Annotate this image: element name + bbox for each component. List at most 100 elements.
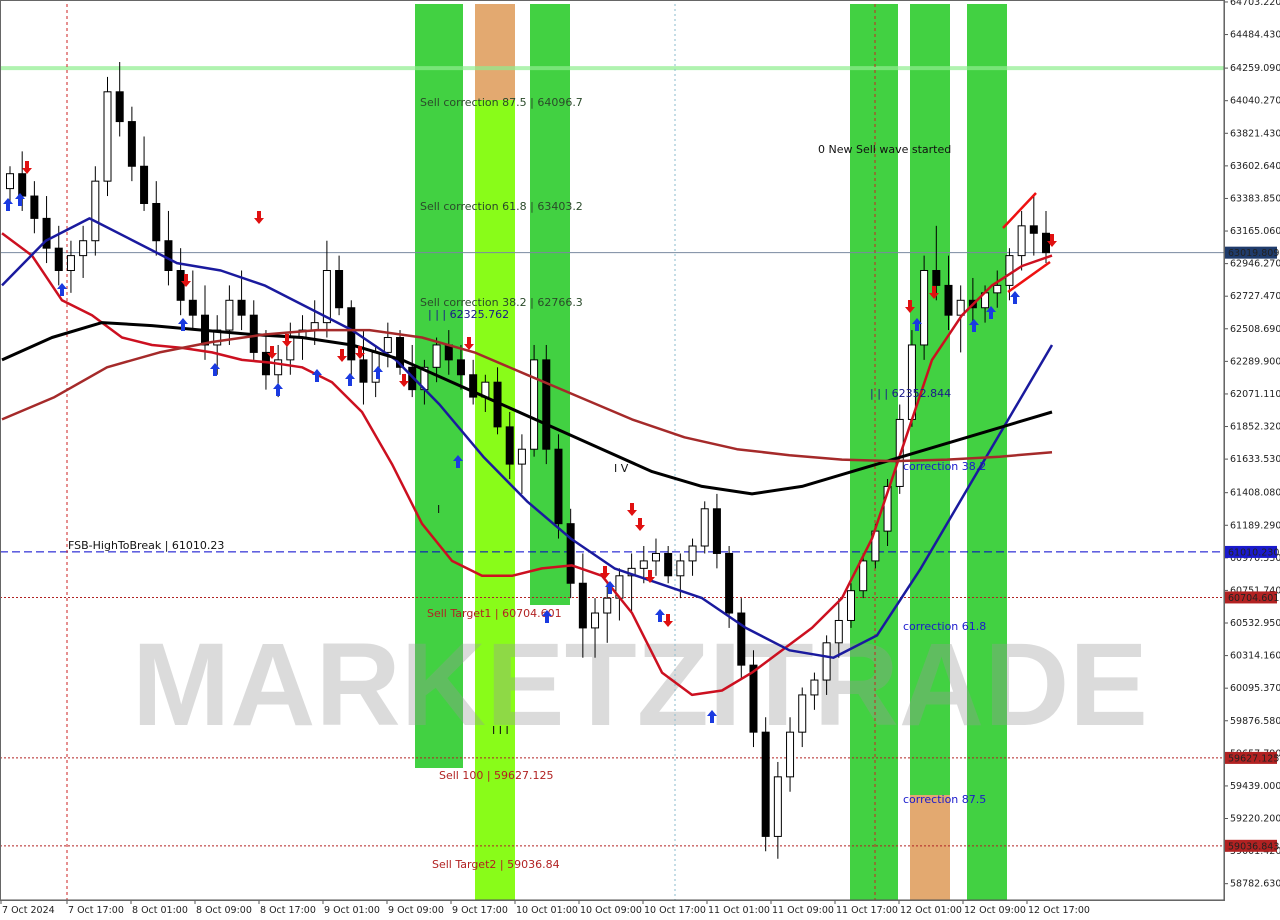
price-tick-label: 61633.530 — [1230, 454, 1280, 465]
candle-body — [237, 299, 246, 316]
candle-body — [725, 552, 734, 614]
candle-body — [712, 508, 721, 554]
candle-body — [127, 121, 136, 167]
candle-body — [664, 552, 673, 577]
candle-body — [1017, 225, 1026, 257]
candle-body — [505, 426, 514, 465]
candle-body — [676, 560, 685, 577]
candle-body — [517, 448, 526, 465]
price-tick-label: 62289.900 — [1230, 356, 1280, 367]
chart-background — [0, 0, 1280, 920]
candle-body — [554, 448, 563, 525]
price-tag-label: 63019.809 — [1228, 248, 1279, 259]
signal-zone — [475, 100, 515, 915]
price-tick-label: 61852.320 — [1230, 422, 1280, 433]
candle-body — [103, 91, 112, 182]
price-tag-label: 61010.230 — [1228, 547, 1279, 558]
chart-annotation: correction 61.8 — [903, 620, 986, 633]
candle-body — [651, 552, 660, 562]
candle-body — [383, 337, 392, 353]
time-tick-label: 12 Oct 17:00 — [1028, 905, 1090, 916]
price-tick-label: 62727.470 — [1230, 291, 1280, 302]
candle — [542, 344, 551, 465]
time-tick-label: 7 Oct 17:00 — [68, 905, 124, 916]
candle-body — [566, 523, 575, 584]
time-tick-label: 9 Oct 17:00 — [452, 905, 508, 916]
price-tick-label: 60095.370 — [1230, 683, 1280, 694]
price-tick-label: 59220.200 — [1230, 814, 1280, 825]
price-tick-label: 62071.110 — [1230, 389, 1280, 400]
price-tick-label: 58782.630 — [1230, 879, 1280, 890]
candle-body — [30, 195, 39, 219]
price-tick-label: 61408.080 — [1230, 488, 1280, 499]
time-tick-label: 8 Oct 01:00 — [132, 905, 188, 916]
candle-body — [542, 359, 551, 450]
candle-body — [1005, 255, 1014, 286]
price-tick-label: 62508.690 — [1230, 324, 1280, 335]
signal-zone — [850, 4, 898, 900]
price-tick-label: 61189.290 — [1230, 520, 1280, 531]
time-tick-label: 9 Oct 01:00 — [324, 905, 380, 916]
candle-body — [810, 679, 819, 696]
candle-body — [444, 344, 453, 361]
candle — [554, 434, 563, 539]
chart-annotation: I I I — [492, 724, 509, 737]
time-tick-label: 10 Oct 09:00 — [580, 905, 642, 916]
candle-body — [347, 307, 356, 361]
candle-body — [456, 359, 465, 376]
candle-body — [834, 619, 843, 644]
candle-body — [176, 270, 185, 301]
price-tick-label: 60314.160 — [1230, 651, 1280, 662]
price-chart[interactable]: MARKETZITRADE FSB-HighToBreak | 61010.23 S… — [0, 0, 1280, 920]
candle-body — [773, 776, 782, 837]
candle-body — [993, 284, 1002, 294]
candle — [700, 501, 709, 554]
candle — [761, 717, 770, 852]
time-tick-label: 11 Oct 01:00 — [708, 905, 770, 916]
candle-body — [54, 247, 63, 272]
time-tick-label: 10 Oct 17:00 — [644, 905, 706, 916]
price-tick-label: 64703.220 — [1230, 0, 1280, 8]
candle-body — [432, 344, 441, 368]
candle-body — [761, 731, 770, 837]
chart-annotation: Sell Target1 | 60704.601 — [427, 607, 562, 620]
chart-annotation: Sell correction 61.8 | 63403.2 — [420, 200, 583, 213]
candle-body — [639, 560, 648, 569]
candle-body — [91, 180, 100, 242]
time-tick-label: 12 Oct 01:00 — [900, 905, 962, 916]
candle-body — [920, 270, 929, 346]
chart-annotation: Sell Target2 | 59036.84 — [432, 858, 560, 871]
chart-annotation: | | | 62325.762 — [428, 308, 509, 321]
chart-annotation: correction 87.5 — [903, 793, 986, 806]
candle-body — [907, 344, 916, 420]
time-tick-label: 9 Oct 09:00 — [388, 905, 444, 916]
candle-body — [140, 165, 149, 204]
candle-body — [152, 202, 161, 242]
candle-body — [1029, 225, 1038, 234]
candle-body — [944, 284, 953, 316]
candle-body — [225, 299, 234, 331]
candle-body — [359, 359, 368, 383]
signal-zone — [967, 4, 1007, 900]
chart-annotation: 0 New Sell wave started — [818, 143, 951, 156]
price-tag-label: 59627.125 — [1228, 753, 1279, 764]
price-tick-label: 63165.060 — [1230, 226, 1280, 237]
price-tag-label: 60704.601 — [1228, 593, 1279, 604]
candle-body — [859, 560, 868, 592]
candle-body — [79, 240, 88, 257]
price-tick-label: 64484.430 — [1230, 30, 1280, 41]
candle-body — [335, 270, 344, 309]
candle-body — [530, 359, 539, 450]
level-label: FSB-HighToBreak | 61010.23 — [68, 539, 224, 552]
candle-body — [115, 91, 124, 123]
chart-annotation: | | | 62352.844 — [870, 387, 951, 400]
candle-body — [164, 240, 173, 272]
candle-body — [932, 270, 941, 286]
candle-body — [6, 173, 14, 190]
candle — [749, 650, 758, 748]
chart-annotation: I V — [614, 462, 629, 475]
price-tick-label: 59876.580 — [1230, 716, 1280, 727]
candle-body — [578, 582, 587, 629]
time-tick-label: 8 Oct 09:00 — [196, 905, 252, 916]
watermark: MARKETZITRADE — [132, 619, 1148, 751]
